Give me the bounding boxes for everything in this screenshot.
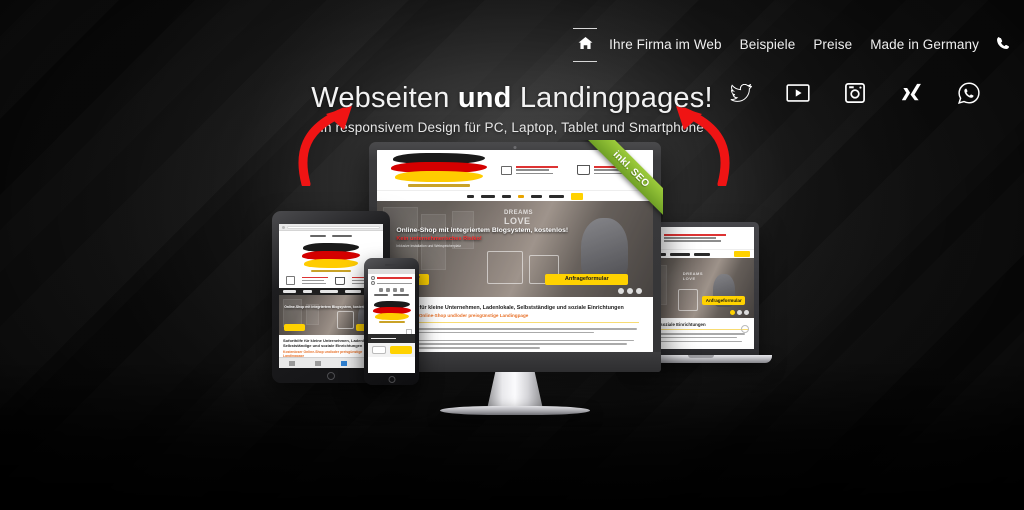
nav-item-beispiele[interactable]: Beispiele	[731, 28, 805, 62]
monitor-cart-icon[interactable]	[577, 165, 590, 175]
home-icon	[578, 36, 593, 55]
monitor-stand-base	[440, 406, 590, 415]
device-phone	[364, 258, 419, 385]
phone-brand-flag	[368, 299, 415, 325]
monitor-header	[377, 150, 653, 190]
phone-body	[364, 258, 419, 385]
social-icons	[728, 80, 982, 106]
page-subtitle: In responsivem Design für PC, Laptop, Ta…	[320, 120, 704, 135]
laptop-body-copy: und soziale Einrichtungen	[646, 318, 754, 349]
monitor-hero-headline: Online-Shop mit integriertem Blogsystem,…	[396, 226, 569, 234]
laptop-page: DREAMS LOVE Anfrageformular und soziale …	[646, 227, 754, 349]
phone-speaker	[384, 263, 399, 266]
monitor-stand-neck	[487, 372, 543, 406]
nav-home-button[interactable]	[570, 28, 600, 62]
laptop-nav[interactable]	[646, 249, 754, 258]
monitor-camera	[513, 145, 517, 149]
tablet-hero-button[interactable]	[284, 324, 305, 332]
headline-part-1: Webseiten	[311, 82, 458, 114]
xing-icon[interactable]	[899, 80, 925, 106]
monitor-body-subline: Kostenloser Online-Shop und/oder preisgü…	[391, 313, 529, 318]
hero-stage: Online-Shop mit integriertem Blogsystem,…	[0, 0, 1024, 510]
laptop-hero: DREAMS LOVE Anfrageformular	[646, 258, 754, 318]
headline-part-2: Landingpages!	[511, 82, 713, 114]
device-cluster: Online-Shop mit integriertem Blogsystem,…	[0, 0, 1024, 510]
monitor-brand-flag[interactable]	[385, 153, 493, 187]
monitor-mail-icon[interactable]	[501, 165, 512, 175]
laptop-screen: DREAMS LOVE Anfrageformular und soziale …	[646, 227, 754, 349]
youtube-icon[interactable]	[785, 80, 811, 106]
tablet-home-button[interactable]	[327, 371, 335, 380]
phone-screen	[368, 269, 415, 373]
nav-phone-button[interactable]	[988, 36, 1010, 55]
nav-item-ihre-firma-im-web[interactable]: Ihre Firma im Web	[600, 28, 730, 62]
whatsapp-icon[interactable]	[956, 80, 982, 106]
phone-icon	[996, 36, 1010, 55]
tablet-hero-headline: Online-Shop mit integriertem Blogsystem,…	[284, 305, 370, 310]
laptop-body-headline: und soziale Einrichtungen	[651, 322, 706, 327]
nav-item-made-in-germany[interactable]: Made in Germany	[861, 28, 988, 62]
monitor-nav[interactable]	[377, 190, 653, 201]
laptop-hero-button-right[interactable]: Anfrageformular	[702, 295, 746, 305]
phone-page	[368, 269, 415, 373]
headline-bold: und	[457, 82, 512, 114]
nav-item-preise[interactable]: Preise	[804, 28, 861, 62]
instagram-icon[interactable]	[842, 80, 868, 106]
monitor-hero-subline: Kein unternehmerisches Risiko!	[396, 235, 482, 242]
monitor-body-headline: Soforthilfe für kleine Unternehmen, Lade…	[391, 305, 624, 311]
monitor-hero-small: Inklusive Installation und Webspeicherpl…	[396, 243, 462, 248]
phone-home-button[interactable]	[388, 375, 395, 383]
twitter-icon[interactable]	[728, 80, 754, 106]
top-navigation: Ihre Firma im Web Beispiele Preise Made …	[570, 28, 1010, 62]
monitor-hero-button-right[interactable]: Anfrageformular	[545, 273, 629, 285]
